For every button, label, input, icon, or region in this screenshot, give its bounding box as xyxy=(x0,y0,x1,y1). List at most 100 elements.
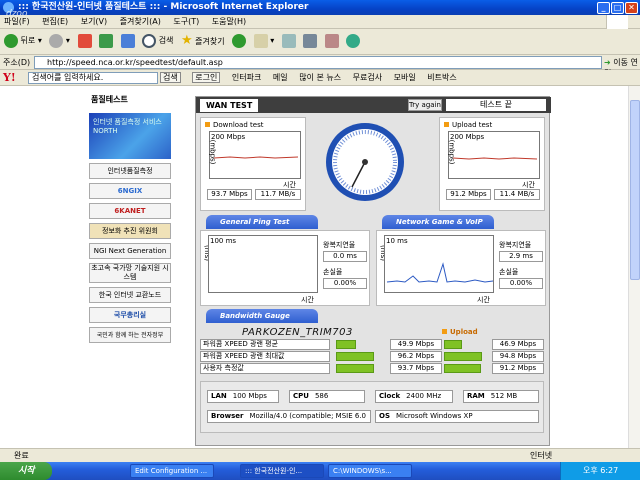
yahoo-item-mail[interactable]: 메일 xyxy=(273,73,288,82)
nav-ngi[interactable]: NGI Next Generation xyxy=(89,243,171,259)
back-button[interactable]: 뒤로 ▾ xyxy=(4,32,42,50)
task-ie-window[interactable]: ::: 한국전산원-인... xyxy=(240,464,324,478)
yahoo-search-button[interactable]: 검색 xyxy=(160,72,181,83)
nav-pm-office[interactable]: 국무총리실 xyxy=(89,307,171,323)
media-icon xyxy=(232,33,247,48)
home-button[interactable] xyxy=(120,32,135,50)
yahoo-item-interpark[interactable]: 인터파크 xyxy=(232,73,261,82)
menu-edit[interactable]: 편집(E) xyxy=(42,17,68,26)
nav-6ngix[interactable]: 6NGIX xyxy=(89,183,171,199)
close-button[interactable]: ✕ xyxy=(625,2,638,14)
status-bar: 완료 인터넷 xyxy=(0,448,640,462)
yahoo-item-bitbox[interactable]: 비트박스 xyxy=(427,73,456,82)
spec-clock-label: Clock xyxy=(379,392,401,400)
minimize-button[interactable]: _ xyxy=(597,2,610,14)
print-icon xyxy=(281,33,296,48)
upload-graph: 200 Mbps xyxy=(448,131,540,179)
download-label: Download test xyxy=(205,121,263,129)
voip-test-header[interactable]: Network Game & VoIP Test xyxy=(382,215,494,240)
windows-flag-icon xyxy=(606,15,628,29)
edit-button[interactable] xyxy=(303,32,318,50)
yahoo-login-button[interactable]: 로그인 xyxy=(192,72,221,83)
discuss-icon xyxy=(324,33,339,48)
ping-time: 시간 xyxy=(301,296,314,304)
left-nav-hero-banner[interactable]: 인터넷 품질측정 서비스 NORTH xyxy=(89,113,171,159)
spec-os: OS Microsoft Windows XP xyxy=(375,410,539,423)
star-icon: ★ xyxy=(180,33,193,48)
stop-button[interactable] xyxy=(77,32,92,50)
try-again-button[interactable]: Try again xyxy=(408,99,442,111)
messenger-button[interactable] xyxy=(346,32,361,50)
refresh-icon xyxy=(99,33,114,48)
stop-icon xyxy=(77,33,92,48)
bw-row-max-name: 파워콤 XPEED 광랜 최대값 xyxy=(200,351,330,362)
page-content: 품질테스트 인터넷 품질측정 서비스 NORTH 인터넷품질측정 6NGIX 6… xyxy=(0,86,628,448)
refresh-button[interactable] xyxy=(99,32,114,50)
yahoo-item-scan[interactable]: 무료검사 xyxy=(353,73,382,82)
print-button[interactable] xyxy=(281,32,296,50)
ping-test-header[interactable]: General Ping Test xyxy=(206,215,318,229)
ping-loss-label: 손실율 xyxy=(323,268,343,276)
menu-file[interactable]: 파일(F) xyxy=(4,17,30,26)
nav-6kanet[interactable]: 6KANET xyxy=(89,203,171,219)
menu-view[interactable]: 보기(V) xyxy=(81,17,107,26)
task-edit-config[interactable]: Edit Configuration ... xyxy=(130,464,214,478)
forward-button[interactable]: ▾ xyxy=(49,32,70,50)
ping-card: (ms) 100 ms 시간 왕복지연율 0.0 ms 손실율 0.00% xyxy=(200,230,370,306)
favorites-button[interactable]: ★ 즐겨찾기 xyxy=(181,32,225,50)
spec-os-value: Microsoft Windows XP xyxy=(396,412,473,420)
bw-row-max: 파워콤 XPEED 광랜 최대값 96.2 Mbps 94.8 Mbps xyxy=(200,351,544,362)
download-mbs: 11.7 MB/s xyxy=(255,189,301,200)
system-tray: 오후 6:27 xyxy=(560,462,640,480)
menu-favorites[interactable]: 즐겨찾기(A) xyxy=(120,17,161,26)
search-label: 검색 xyxy=(158,36,174,45)
menu-bar: 파일(F) 편집(E) 보기(V) 즐겨찾기(A) 도구(T) 도움말(H) xyxy=(0,15,640,29)
wan-test-tab[interactable]: WAN TEST xyxy=(200,99,259,112)
zone-indicator: 인터넷 xyxy=(530,451,553,460)
spec-ram-value: 512 MB xyxy=(490,392,518,400)
spec-ram-label: RAM xyxy=(467,392,485,400)
nav-quality-test[interactable]: 인터넷품질측정 xyxy=(89,163,171,179)
scrollbar-thumb[interactable] xyxy=(630,100,640,280)
yahoo-item-news[interactable]: 많이 본 뉴스 xyxy=(299,73,341,82)
back-label: 뒤로 xyxy=(20,36,36,45)
vertical-scrollbar[interactable] xyxy=(628,86,640,448)
yahoo-toolbar: Y! 검색어를 입력하세요. 검색 로그인 인터파크 메일 많이 본 뉴스 무료… xyxy=(0,70,640,86)
spec-lan-label: LAN xyxy=(211,392,227,400)
spec-clock-value: 2400 MHz xyxy=(406,392,442,400)
mail-icon xyxy=(253,33,268,48)
discuss-button[interactable] xyxy=(324,32,339,50)
start-button[interactable]: 시작 xyxy=(0,462,52,480)
download-mbps: 93.7 Mbps xyxy=(207,189,252,200)
bw-row-max-down-bar xyxy=(336,352,374,361)
clock[interactable]: 오후 6:27 xyxy=(583,466,618,475)
bandwidth-gauge-header[interactable]: Bandwidth Gauge xyxy=(206,309,318,323)
address-bar: 주소(D) http://speed.nca.or.kr/speedtest/d… xyxy=(0,55,640,78)
taskbar: 시작 Edit Configuration ... ::: 한국전산원-인...… xyxy=(0,462,640,480)
ie-window: ::: 한국전산원-인터넷 품질테스트 ::: - Microsoft Inte… xyxy=(0,0,640,480)
favorites-label: 즐겨찾기 xyxy=(195,37,225,46)
media-button[interactable] xyxy=(232,32,247,50)
nav-support-system[interactable]: 초고속 국가망 기술지원 시스템 xyxy=(89,263,171,283)
bw-row-max-up: 94.8 Mbps xyxy=(492,351,544,362)
voip-rtt-label: 왕복지연율 xyxy=(499,241,532,249)
bw-row-user-up: 91.2 Mbps xyxy=(492,363,544,374)
yahoo-logo[interactable]: Y! xyxy=(3,71,16,84)
bw-row-user-down: 93.7 Mbps xyxy=(390,363,442,374)
mail-button[interactable]: ▾ xyxy=(253,32,274,50)
menu-help[interactable]: 도움말(H) xyxy=(212,17,246,26)
maximize-button[interactable]: □ xyxy=(611,2,624,14)
bw-row-user-name: 사용자 측정값 xyxy=(200,363,330,374)
menu-tools[interactable]: 도구(T) xyxy=(173,17,199,26)
nav-info-committee[interactable]: 정보화 추진 위원회 xyxy=(89,223,171,239)
task-cmd[interactable]: C:\WINDOWS\s... xyxy=(328,464,412,478)
address-input[interactable]: http://speed.nca.or.kr/speedtest/default… xyxy=(34,56,602,69)
left-nav-header: 품질테스트 xyxy=(91,95,128,104)
speed-gauge-dial xyxy=(326,123,404,201)
yahoo-item-mobile[interactable]: 모바일 xyxy=(394,73,416,82)
yahoo-search-input[interactable]: 검색어를 입력하세요. xyxy=(28,72,158,84)
search-button[interactable]: 검색 xyxy=(142,32,173,50)
ping-scale: 100 ms xyxy=(210,237,237,245)
nav-kinx[interactable]: 한국 인터넷 교환노드 xyxy=(89,287,171,303)
nav-egov[interactable]: 국민과 함께 하는 전자정부 xyxy=(89,327,171,343)
